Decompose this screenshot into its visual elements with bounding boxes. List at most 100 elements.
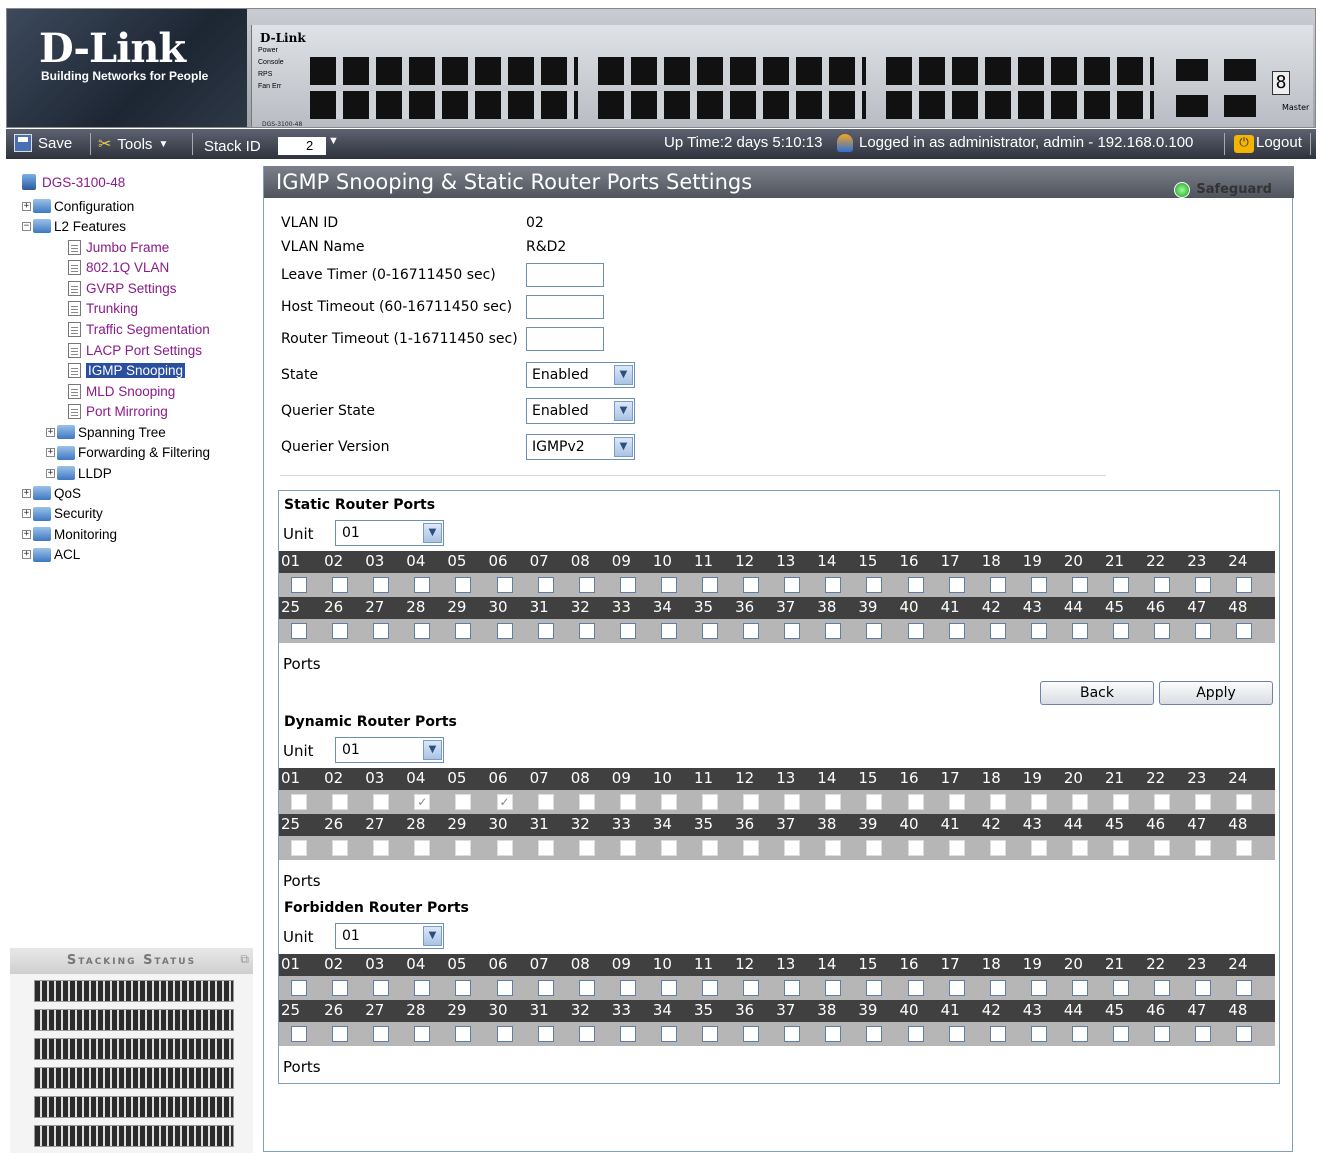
router-timeout-input[interactable] [526,327,604,351]
expand-icon[interactable]: + [46,427,55,437]
static-port-33-checkbox[interactable] [619,623,636,639]
forbidden-port-32-checkbox[interactable] [578,1026,595,1042]
tree-folder-forwarding-and-filtering[interactable]: + Forwarding & Filtering [46,443,210,463]
static-port-20-checkbox[interactable] [1071,577,1088,593]
static-port-40-checkbox[interactable] [907,623,924,639]
static-port-13-checkbox[interactable] [784,577,801,593]
static-port-06-checkbox[interactable] [496,577,513,593]
forbidden-port-47-checkbox[interactable] [1195,1026,1212,1042]
tree-folder-lldp[interactable]: + LLDP [46,463,112,483]
forbidden-unit-select[interactable]: 01 ▼ [335,923,444,949]
forbidden-port-48-checkbox[interactable] [1236,1026,1253,1042]
sidebar-item-igmp-snooping[interactable]: IGMP Snooping [68,361,186,381]
sidebar-item-jumbo-frame[interactable]: Jumbo Frame [68,237,169,257]
static-port-07-checkbox[interactable] [537,577,554,593]
stack-unit-image[interactable] [34,980,234,1002]
querier-version-select[interactable]: IGMPv2 ▼ [526,434,635,460]
sidebar-item-trunking[interactable]: Trunking [68,299,138,319]
static-port-19-checkbox[interactable] [1030,577,1047,593]
forbidden-port-27-checkbox[interactable] [373,1026,390,1042]
forbidden-port-29-checkbox[interactable] [455,1026,472,1042]
sfp-port[interactable] [1176,95,1208,117]
static-port-36-checkbox[interactable] [743,623,760,639]
static-port-24-checkbox[interactable] [1236,577,1253,593]
static-port-47-checkbox[interactable] [1195,623,1212,639]
forbidden-port-31-checkbox[interactable] [537,1026,554,1042]
forbidden-port-03-checkbox[interactable] [373,980,390,996]
forbidden-port-17-checkbox[interactable] [948,980,965,996]
static-unit-select[interactable]: 01 ▼ [335,520,444,546]
expand-icon[interactable]: + [22,201,31,211]
port-block-1-bottom[interactable] [310,91,578,119]
static-port-08-checkbox[interactable] [578,577,595,593]
tree-folder-spanning-tree[interactable]: + Spanning Tree [46,422,166,442]
tree-folder-l2-features[interactable]: − L2 Features [22,216,126,236]
forbidden-port-07-checkbox[interactable] [537,980,554,996]
static-port-05-checkbox[interactable] [455,577,472,593]
forbidden-port-05-checkbox[interactable] [455,980,472,996]
chevron-down-icon[interactable]: ▼ [614,401,633,421]
forbidden-port-24-checkbox[interactable] [1236,980,1253,996]
apply-button[interactable]: Apply [1159,681,1273,705]
tree-folder-monitoring[interactable]: + Monitoring [22,524,117,544]
static-port-45-checkbox[interactable] [1113,623,1129,639]
port-block-2-bottom[interactable] [598,91,866,119]
static-port-26-checkbox[interactable] [332,623,349,639]
tree-folder-security[interactable]: + Security [22,504,103,524]
forbidden-port-04-checkbox[interactable] [414,980,431,996]
port-block-3-bottom[interactable] [886,91,1154,119]
forbidden-port-40-checkbox[interactable] [907,1026,924,1042]
static-port-30-checkbox[interactable] [496,623,513,639]
sidebar-item-802-1q-vlan[interactable]: 802.1Q VLAN [68,258,169,278]
expand-icon[interactable]: + [22,509,31,519]
static-port-46-checkbox[interactable] [1154,623,1171,639]
static-port-18-checkbox[interactable] [989,577,1006,593]
forbidden-port-18-checkbox[interactable] [989,980,1006,996]
expand-icon[interactable]: + [22,550,31,560]
chevron-down-icon[interactable]: ▼ [423,740,442,760]
static-port-03-checkbox[interactable] [373,577,390,593]
sfp-port[interactable] [1224,59,1256,81]
static-port-21-checkbox[interactable] [1113,577,1129,593]
leave-timer-input[interactable] [526,263,604,287]
static-port-31-checkbox[interactable] [537,623,554,639]
tree-folder-configuration[interactable]: + Configuration [22,196,134,216]
state-select[interactable]: Enabled ▼ [526,362,635,388]
static-port-12-checkbox[interactable] [743,577,760,593]
static-port-41-checkbox[interactable] [948,623,965,639]
forbidden-port-39-checkbox[interactable] [866,1026,883,1042]
static-port-28-checkbox[interactable] [414,623,431,639]
forbidden-port-44-checkbox[interactable] [1071,1026,1088,1042]
collapse-icon[interactable]: − [22,221,31,231]
expand-icon[interactable]: + [22,488,31,498]
stack-unit-image[interactable] [34,1067,234,1089]
forbidden-port-10-checkbox[interactable] [660,980,677,996]
dynamic-unit-select[interactable]: 01 ▼ [335,737,444,763]
forbidden-port-37-checkbox[interactable] [784,1026,801,1042]
save-button[interactable]: Save [14,134,72,152]
static-port-39-checkbox[interactable] [866,623,883,639]
forbidden-port-15-checkbox[interactable] [866,980,883,996]
static-port-38-checkbox[interactable] [825,623,842,639]
forbidden-port-13-checkbox[interactable] [784,980,801,996]
static-port-02-checkbox[interactable] [332,577,349,593]
stack-unit-image[interactable] [34,1009,234,1031]
logout-icon[interactable]: ⏻ [1234,135,1254,153]
static-port-37-checkbox[interactable] [784,623,801,639]
static-port-17-checkbox[interactable] [948,577,965,593]
static-port-04-checkbox[interactable] [414,577,431,593]
stack-id-select[interactable]: 2 [278,137,326,155]
forbidden-port-23-checkbox[interactable] [1195,980,1212,996]
forbidden-port-09-checkbox[interactable] [619,980,636,996]
logout-link[interactable]: Logout [1256,134,1302,151]
static-port-01-checkbox[interactable] [291,577,307,593]
expand-icon[interactable]: + [46,448,55,458]
port-block-1-top[interactable] [310,57,578,85]
forbidden-port-42-checkbox[interactable] [989,1026,1006,1042]
static-port-09-checkbox[interactable] [619,577,636,593]
forbidden-port-26-checkbox[interactable] [332,1026,349,1042]
popout-icon[interactable]: ⧉ [240,952,249,967]
forbidden-port-22-checkbox[interactable] [1154,980,1171,996]
static-port-42-checkbox[interactable] [989,623,1006,639]
forbidden-port-25-checkbox[interactable] [291,1026,307,1042]
